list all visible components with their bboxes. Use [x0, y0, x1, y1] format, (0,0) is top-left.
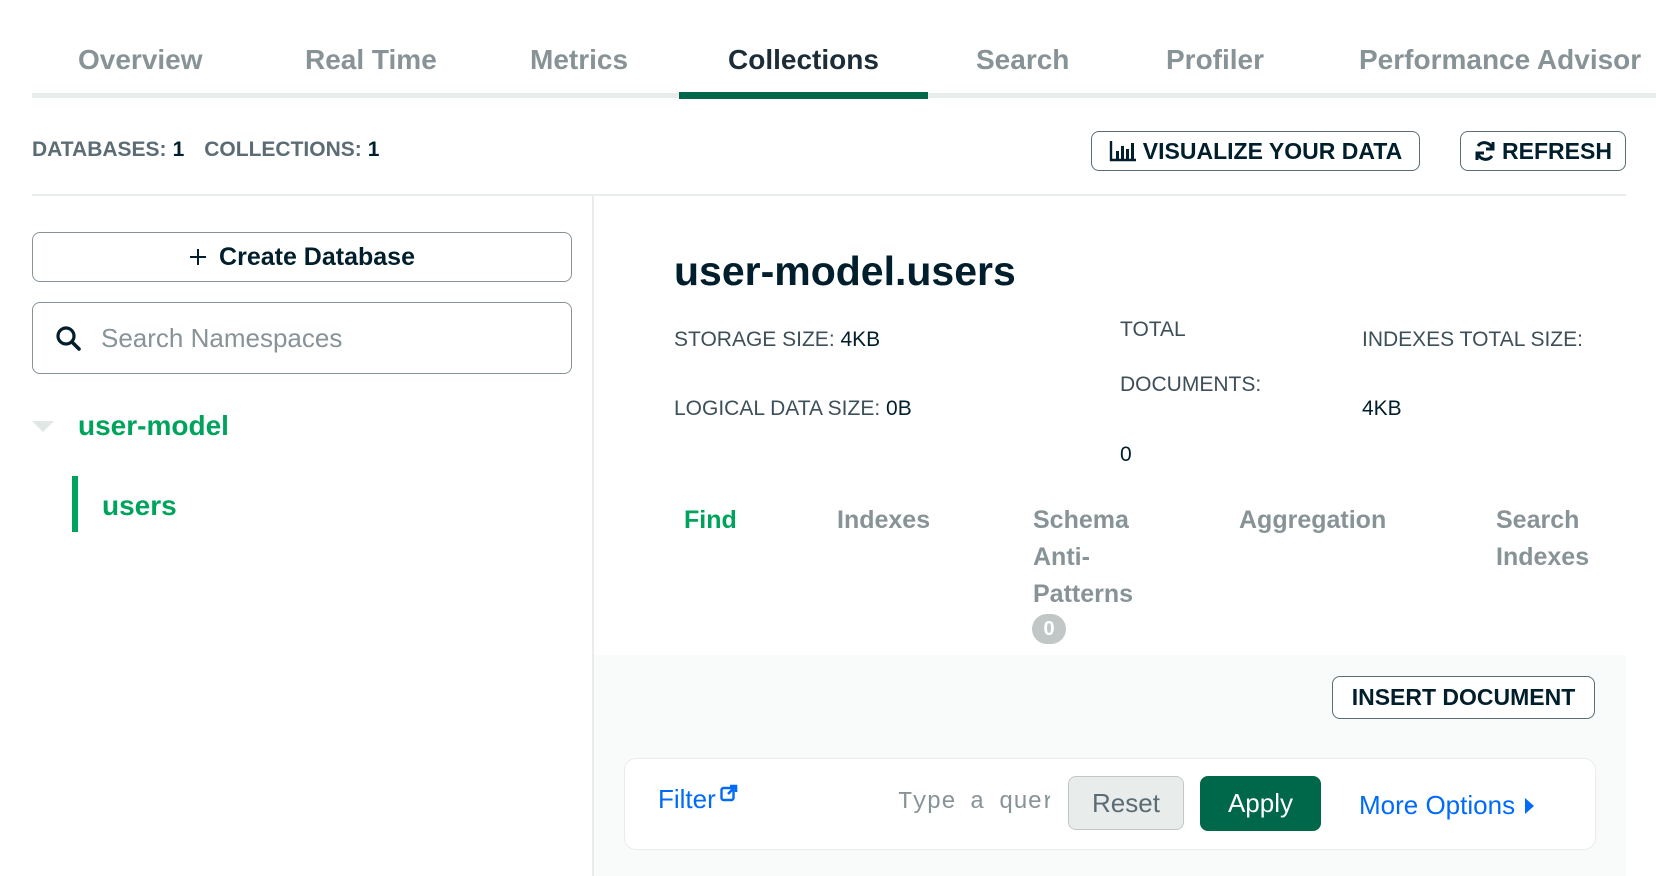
external-link-icon	[720, 784, 738, 802]
tab-indexes[interactable]: Indexes	[837, 502, 930, 539]
create-database-label: Create Database	[219, 242, 415, 271]
namespace-title: user-model.users	[674, 248, 1016, 294]
search-indexes-line1: Search	[1496, 506, 1580, 534]
tab-find[interactable]: Find	[684, 502, 737, 539]
reset-button[interactable]: Reset	[1068, 776, 1184, 830]
more-options-button[interactable]: More Options	[1359, 790, 1535, 821]
tab-real-time[interactable]: Real Time	[305, 44, 437, 76]
tab-overview[interactable]: Overview	[78, 44, 203, 76]
more-options-label: More Options	[1359, 790, 1516, 820]
caret-down-icon[interactable]	[32, 420, 54, 432]
databases-count-label: DATABASES:	[32, 138, 167, 161]
total-documents-label-line1: TOTAL	[1120, 318, 1186, 341]
schema-tab-line3: Patterns	[1033, 580, 1134, 608]
tab-search[interactable]: Search	[976, 44, 1069, 76]
logical-size-label: LOGICAL DATA SIZE:	[674, 397, 881, 420]
total-documents-value: 0	[1120, 443, 1132, 466]
total-documents-label-line2: DOCUMENTS:	[1120, 373, 1262, 396]
storage-size-value: 4KB	[840, 328, 881, 351]
namespace-search	[32, 302, 572, 374]
tab-aggregation[interactable]: Aggregation	[1239, 502, 1386, 539]
collections-count-value: 1	[367, 138, 380, 161]
insert-document-button[interactable]: INSERT DOCUMENT	[1332, 676, 1595, 719]
visualize-data-button[interactable]: VISUALIZE YOUR DATA	[1091, 131, 1420, 171]
search-namespaces-input[interactable]	[99, 321, 543, 355]
filter-docs-link[interactable]: Filter	[658, 784, 738, 815]
logical-size-value: 0B	[886, 397, 912, 420]
filter-label: Filter	[658, 784, 716, 814]
tab-metrics[interactable]: Metrics	[530, 44, 628, 76]
create-database-button[interactable]: Create Database	[32, 232, 572, 282]
tab-profiler[interactable]: Profiler	[1166, 44, 1264, 76]
logical-size-stat: LOGICAL DATA SIZE: 0B	[674, 397, 912, 421]
tab-performance-advisor[interactable]: Performance Advisor	[1359, 44, 1641, 76]
tab-collections[interactable]: Collections	[728, 44, 879, 76]
caret-right-icon	[1525, 797, 1535, 814]
tab-search-indexes[interactable]: Search Indexes	[1496, 502, 1589, 576]
schema-tab-line1: Schema	[1033, 506, 1129, 534]
header-divider	[32, 194, 1626, 196]
active-collection-indicator	[72, 476, 78, 532]
storage-size-stat: STORAGE SIZE: 4KB	[674, 328, 880, 352]
refresh-label: REFRESH	[1502, 137, 1612, 164]
refresh-icon	[1475, 141, 1495, 161]
storage-size-label: STORAGE SIZE:	[674, 328, 835, 351]
bar-chart-icon	[1109, 141, 1136, 162]
apply-button[interactable]: Apply	[1200, 776, 1321, 831]
tab-schema-anti-patterns[interactable]: Schema Anti- Patterns	[1033, 502, 1133, 613]
schema-tab-line2: Anti-	[1033, 543, 1090, 571]
visualize-data-label: VISUALIZE YOUR DATA	[1142, 137, 1403, 164]
indexes-total-size-label: INDEXES TOTAL SIZE:	[1362, 328, 1583, 351]
search-icon	[56, 326, 81, 351]
indexes-total-size-value: 4KB	[1362, 397, 1402, 420]
sidebar-collection-users[interactable]: users	[102, 490, 177, 522]
collections-count-label: COLLECTIONS:	[204, 138, 362, 161]
namespace-counts: DATABASES: 1 COLLECTIONS: 1	[32, 138, 379, 162]
search-indexes-line2: Indexes	[1496, 543, 1590, 571]
schema-count-badge: 0	[1032, 614, 1066, 644]
database-name: user-model	[78, 410, 229, 441]
filter-query-input[interactable]	[896, 788, 1052, 817]
plus-icon	[190, 249, 207, 265]
active-tab-indicator	[679, 92, 928, 99]
refresh-button[interactable]: REFRESH	[1460, 131, 1626, 171]
databases-count-value: 1	[172, 138, 185, 161]
sidebar-database-user-model[interactable]: user-model	[32, 410, 229, 442]
